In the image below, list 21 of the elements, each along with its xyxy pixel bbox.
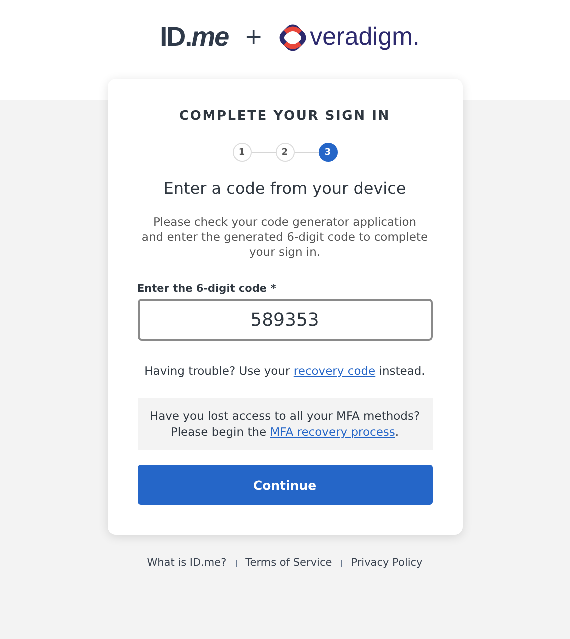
continue-button[interactable]: Continue (138, 465, 432, 505)
footer-link[interactable]: Privacy Policy (351, 557, 423, 569)
instructions: Please check your code generator application and enter the generated 6-digit code to complete your sign in. (142, 215, 428, 260)
step-indicator: 3 (318, 143, 338, 162)
footer-link[interactable]: What is ID.me? (147, 557, 227, 569)
veradigm-logo: veradigm. (310, 23, 420, 52)
step-indicator: 2 (276, 143, 294, 162)
interlocked-rings-icon (279, 24, 308, 52)
heading: Enter a code from your device (162, 179, 408, 198)
code-field[interactable]: 589353 (138, 299, 432, 341)
card-title: COMPLETE YOUR SIGN IN (178, 109, 392, 124)
link[interactable]: MFA recovery process (270, 425, 396, 439)
link[interactable]: recovery code (294, 364, 376, 378)
recovery-question: Have you lost access to all your MFA methods? (148, 408, 422, 424)
recovery-text: Please begin the MFA recovery process. (170, 424, 400, 440)
footer-link[interactable]: Terms of Service (246, 557, 332, 569)
step-indicator: 1 (232, 143, 252, 162)
idme-logo: ID.me (160, 22, 229, 53)
field-label: Enter the 6-digit code * (138, 283, 278, 295)
help-text: Having trouble? Use your recovery code instead. (144, 364, 426, 378)
plus-sign: + (244, 25, 264, 50)
